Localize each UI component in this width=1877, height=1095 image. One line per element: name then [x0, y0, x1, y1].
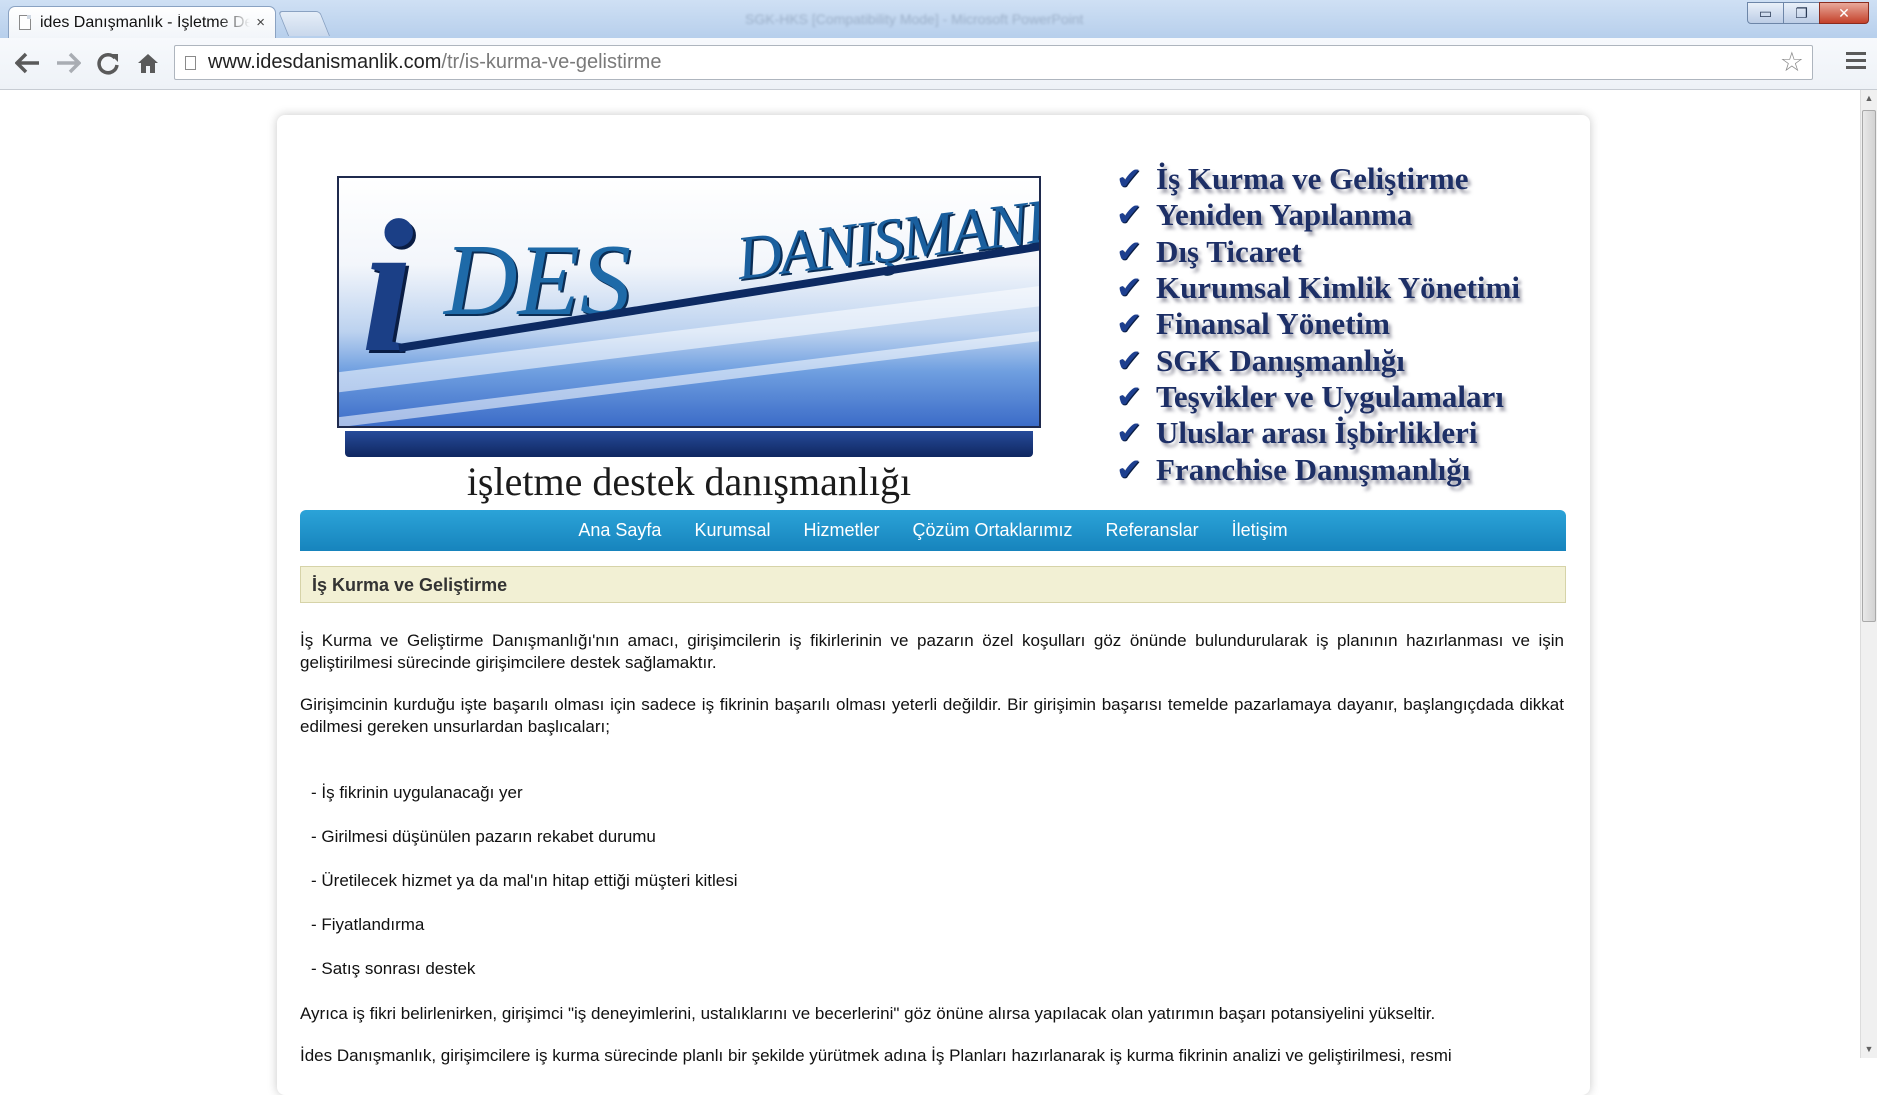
list-item: - Satış sonrası destek: [311, 959, 476, 978]
checkmark-icon: ✔: [1116, 451, 1142, 488]
browser-toolbar: www.idesdanismanlik.com/tr/is-kurma-ve-g…: [0, 38, 1877, 90]
service-item: ✔ Dış Ticaret: [1116, 234, 1520, 270]
service-label: Finansal Yönetim: [1156, 306, 1390, 342]
service-item: ✔ Franchise Danışmanlığı: [1116, 451, 1520, 488]
service-item: ✔ Yeniden Yapılanma: [1116, 197, 1520, 233]
checkmark-icon: ✔: [1116, 197, 1142, 234]
logo-base-bar: [345, 431, 1033, 457]
service-label: Dış Ticaret: [1156, 233, 1302, 269]
service-label: Franchise Danışmanlığı: [1156, 451, 1471, 487]
minimize-button[interactable]: ▭: [1747, 2, 1784, 24]
article-paragraph: Ayrıca iş fikri belirlenirken, girişimci…: [300, 1004, 1436, 1023]
back-arrow-icon[interactable]: [12, 46, 44, 80]
list-item: - Girilmesi düşünülen pazarın rekabet du…: [311, 827, 656, 846]
page-title: İş Kurma ve Geliştirme: [300, 566, 1566, 603]
address-bar[interactable]: www.idesdanismanlik.com/tr/is-kurma-ve-g…: [174, 45, 1813, 80]
tab-title: ides Danışmanlık - İşletme Destek Danışm…: [40, 13, 251, 31]
service-label: Kurumsal Kimlik Yönetimi: [1156, 270, 1520, 306]
scroll-down-arrow-icon[interactable]: ▼: [1861, 1041, 1877, 1058]
new-tab-button[interactable]: [277, 11, 331, 36]
service-item: ✔ SGK Danışmanlığı: [1116, 342, 1520, 379]
nav-item-3[interactable]: Çözüm Ortaklarımız: [896, 520, 1089, 541]
nav-item-4[interactable]: Referanslar: [1089, 520, 1215, 541]
article-paragraph: İş Kurma ve Geliştirme Danışmanlığı'nın …: [300, 631, 1564, 672]
checkmark-icon: ✔: [1116, 233, 1142, 270]
star-icon[interactable]: ☆: [1780, 47, 1804, 78]
nav-item-1[interactable]: Kurumsal: [678, 520, 787, 541]
service-label: Yeniden Yapılanma: [1156, 197, 1413, 233]
nav-item-2[interactable]: Hizmetler: [787, 520, 896, 541]
service-label: Uluslar arası İşbirlikleri: [1156, 415, 1478, 451]
scroll-thumb[interactable]: [1862, 110, 1876, 622]
window-titlebar: ides Danışmanlık - İşletme Destek Danışm…: [0, 0, 1877, 38]
page-icon: [19, 15, 31, 30]
home-icon[interactable]: [132, 46, 164, 80]
page-icon: [185, 55, 196, 70]
nav-item-0[interactable]: Ana Sayfa: [562, 520, 678, 541]
service-label: İş Kurma ve Geliştirme: [1156, 161, 1469, 197]
list-item: - İş fikrinin uygulanacağı yer: [311, 783, 523, 802]
article-paragraph: İdes Danışmanlık, girişimcilere iş kurma…: [300, 1046, 1452, 1065]
service-label: SGK Danışmanlığı: [1156, 342, 1405, 378]
close-window-button[interactable]: ✕: [1819, 2, 1869, 24]
checkmark-icon: ✔: [1116, 161, 1142, 198]
checkmark-icon: ✔: [1116, 378, 1142, 415]
service-item: ✔ Finansal Yönetim: [1116, 306, 1520, 342]
window-title: SGK-HKS [Compatibility Mode] - Microsoft…: [745, 11, 1084, 27]
browser-tab[interactable]: ides Danışmanlık - İşletme Destek Danışm…: [8, 6, 276, 38]
vertical-scrollbar[interactable]: ▲ ▼: [1860, 90, 1877, 1058]
list-item: - Fiyatlandırma: [311, 915, 425, 934]
main-nav: Ana Sayfa Kurumsal Hizmetler Çözüm Ortaklar…: [300, 510, 1566, 551]
checkmark-icon: ✔: [1116, 306, 1142, 343]
service-item: ✔ Uluslar arası İşbirlikleri: [1116, 415, 1520, 451]
services-list: ✔ İş Kurma ve Geliştirme ✔ Yeniden Yapılanm…: [1116, 161, 1520, 488]
reload-icon[interactable]: [92, 46, 124, 80]
service-label: Teşvikler ve Uygulamaları: [1156, 378, 1504, 414]
list-item: - Üretilecek hizmet ya da mal'ın hitap e…: [311, 871, 738, 890]
service-item: ✔ Teşvikler ve Uygulamaları: [1116, 379, 1520, 415]
scroll-up-arrow-icon[interactable]: ▲: [1861, 90, 1877, 107]
hamburger-menu-icon[interactable]: [1846, 52, 1866, 73]
tab-close-icon[interactable]: ×: [256, 14, 265, 31]
service-item: ✔ Kurumsal Kimlik Yönetimi: [1116, 270, 1520, 306]
checkmark-icon: ✔: [1116, 342, 1142, 379]
url-text[interactable]: www.idesdanismanlik.com/tr/is-kurma-ve-g…: [208, 51, 661, 74]
logo-tagline: işletme destek danışmanlığı: [466, 459, 912, 504]
service-item: ✔ İş Kurma ve Geliştirme: [1116, 161, 1520, 197]
article-paragraph: Girişimcinin kurduğu işte başarılı olmas…: [300, 695, 1564, 736]
checkmark-icon: ✔: [1116, 270, 1142, 307]
ides-logo[interactable]: i DES DANIŞMANLIK: [337, 176, 1041, 428]
maximize-button[interactable]: ❐: [1783, 2, 1820, 24]
nav-item-5[interactable]: İletişim: [1215, 520, 1304, 541]
checkmark-icon: ✔: [1116, 415, 1142, 452]
window-controls: ▭ ❐ ✕: [1747, 2, 1869, 24]
logo-letter: i: [361, 182, 414, 392]
forward-arrow-icon[interactable]: [52, 46, 84, 80]
